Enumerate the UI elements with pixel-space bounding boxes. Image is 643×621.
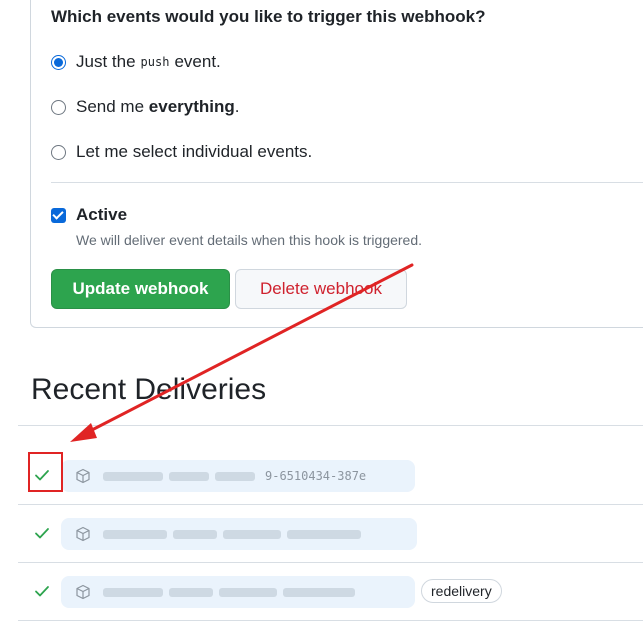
package-icon <box>76 584 90 600</box>
annotation-highlight-box <box>28 452 63 492</box>
radio-label-bold: everything <box>148 97 235 116</box>
package-icon <box>76 468 90 484</box>
delivery-row[interactable]: redelivery <box>18 562 643 621</box>
radio-button-everything[interactable] <box>51 99 66 115</box>
radio-label: Let me select individual events. <box>76 142 313 161</box>
radio-label-suffix: event. <box>174 52 221 71</box>
recent-deliveries-title: Recent Deliveries <box>31 373 267 406</box>
delivery-guid[interactable] <box>61 576 415 608</box>
delivery-guid[interactable] <box>61 518 417 550</box>
push-code: push <box>140 55 170 69</box>
radio-label-prefix: Send me <box>76 97 145 116</box>
guid-tail: 9-6510434-387e <box>265 469 367 483</box>
redacted-text <box>219 587 277 597</box>
package-icon <box>76 526 90 542</box>
active-description: We will deliver event details when this … <box>76 232 423 248</box>
radio-individual-events[interactable]: Let me select individual events. <box>51 142 312 162</box>
active-label: Active <box>76 205 128 224</box>
delete-webhook-button[interactable]: Delete webhook <box>235 269 407 309</box>
redacted-text <box>283 587 355 597</box>
section-divider <box>18 425 643 426</box>
delivery-guid[interactable]: 9-6510434-387e <box>61 460 415 492</box>
delivery-row[interactable]: 9-6510434-387e <box>18 446 643 505</box>
active-checkbox[interactable] <box>51 207 66 223</box>
redacted-text <box>103 587 163 597</box>
update-webhook-button[interactable]: Update webhook <box>51 269 230 309</box>
events-question: Which events would you like to trigger t… <box>51 7 486 26</box>
radio-everything[interactable]: Send me everything. <box>51 97 240 117</box>
radio-button-individual[interactable] <box>51 144 66 160</box>
redacted-text <box>173 529 217 539</box>
redacted-text <box>287 529 361 539</box>
redacted-text <box>169 471 209 481</box>
radio-label-prefix: Just the <box>76 52 136 71</box>
redacted-text <box>223 529 281 539</box>
redacted-text <box>169 587 213 597</box>
check-icon <box>35 528 49 539</box>
active-checkbox-row[interactable]: Active <box>51 205 127 225</box>
radio-push-event[interactable]: Just the push event. <box>51 52 221 72</box>
redacted-text <box>103 471 163 481</box>
divider <box>51 182 643 183</box>
radio-label-suffix: . <box>234 97 240 116</box>
redacted-text <box>215 471 255 481</box>
radio-button-push[interactable] <box>51 54 66 70</box>
check-icon <box>35 586 49 597</box>
redacted-text <box>103 529 167 539</box>
delivery-row[interactable] <box>18 504 643 563</box>
redelivery-badge: redelivery <box>421 579 502 603</box>
